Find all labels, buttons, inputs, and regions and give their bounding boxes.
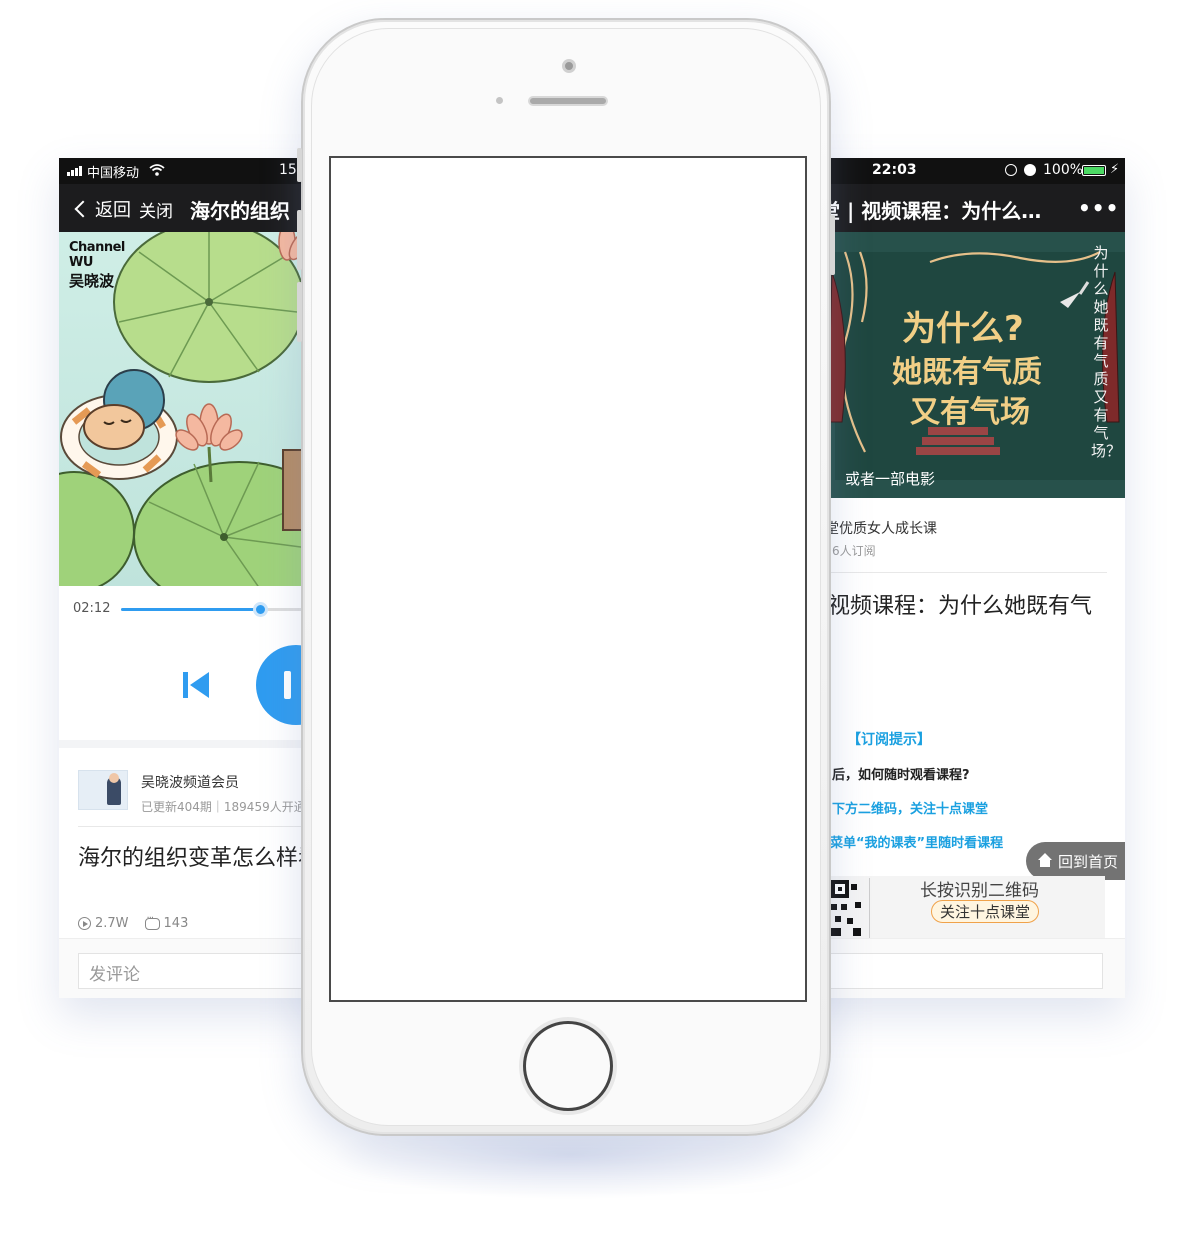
signal-icon [67, 166, 85, 176]
alarm-icon [1024, 164, 1036, 176]
front-camera [562, 59, 576, 73]
subscribe-step-1: 下方二维码，关注十点课堂 [832, 802, 989, 817]
battery-icon [1082, 165, 1106, 176]
divider [825, 572, 1107, 573]
qr-instruction: 长按识别二维码 [920, 881, 1039, 901]
page-title: 堂 | 视频课程：为什么… [820, 199, 1042, 223]
volume-down-button [297, 282, 302, 342]
close-button[interactable]: 关闭 [139, 197, 173, 222]
channel-logo-text: Channel WU [69, 240, 125, 270]
video-caption: 或者一部电影 [845, 470, 936, 488]
back-chevron-icon [74, 200, 92, 218]
course-subscribers: 6人订阅 [832, 544, 876, 558]
pause-icon [284, 671, 291, 699]
page-title: 海尔的组织 [190, 199, 290, 223]
course-name[interactable]: 堂优质女人成长课 [825, 518, 937, 538]
volume-up-button [297, 210, 302, 270]
home-icon [1038, 853, 1052, 867]
member-name[interactable]: 吴晓波频道会员 [141, 772, 239, 792]
earpiece-speaker [528, 96, 608, 106]
svg-text:为什么?: 为什么? [902, 309, 1024, 349]
comment-input[interactable] [820, 953, 1103, 989]
article-title: 海尔的组织变革怎么样看 [78, 846, 321, 871]
qr-code-icon [831, 880, 861, 936]
progress-knob[interactable] [252, 602, 268, 617]
phone-display [329, 156, 807, 1002]
member-meta: 已更新404期｜189459人开通 [141, 800, 306, 814]
power-button [830, 215, 835, 275]
qr-separator [869, 878, 870, 938]
svg-text:又有气场: 又有气场 [910, 395, 1030, 430]
follow-pill: 关注十点课堂 [931, 900, 1040, 923]
back-to-home-label: 回到首页 [1058, 853, 1119, 871]
orientation-lock-icon [1005, 164, 1017, 176]
subscribe-step-2: 菜单“我的课表”里随时看课程 [830, 836, 1004, 851]
member-thumbnail[interactable] [78, 770, 128, 810]
phone-mockup [297, 18, 835, 1136]
channel-logo-name: 吴晓波 [69, 272, 115, 290]
more-icon[interactable]: ••• [1078, 196, 1119, 220]
back-to-home-button[interactable]: 回到首页 [1026, 842, 1125, 880]
view-count: 2.7W [95, 916, 129, 931]
elapsed-time: 02:12 [73, 601, 111, 616]
carrier-label: 中国移动 [87, 166, 140, 181]
status-time: 22:03 [872, 162, 917, 178]
comment-count: 143 [163, 916, 189, 931]
battery-percent: 100% [1043, 162, 1084, 178]
previous-track-icon[interactable] [183, 670, 209, 700]
qr-card[interactable]: 长按识别二维码 关注十点课堂 [825, 876, 1105, 940]
article-stats: 2.7W 143 [78, 913, 189, 931]
subscribe-tip-heading: 【订阅提示】 [847, 732, 931, 748]
charging-icon: ⚡ [1110, 162, 1120, 177]
home-button[interactable] [523, 1021, 613, 1111]
comment-icon [144, 913, 160, 930]
back-button[interactable]: 返回 [73, 196, 131, 222]
svg-text:她既有气质: 她既有气质 [892, 355, 1042, 390]
article-title: 视频课程：为什么她既有气 [828, 594, 1093, 619]
video-vertical-text: 为什么她既有气质又有气场？ [1091, 244, 1122, 460]
channel-logo: Channel WU 吴晓波 [69, 240, 133, 290]
back-label: 返回 [95, 200, 131, 221]
wifi-icon [149, 164, 165, 176]
mute-switch [297, 148, 302, 182]
subscribe-question: 后，如何随时观看课程? [832, 768, 970, 783]
progress-fill [121, 608, 260, 611]
proximity-sensor [496, 97, 503, 104]
play-count-icon [78, 917, 91, 930]
